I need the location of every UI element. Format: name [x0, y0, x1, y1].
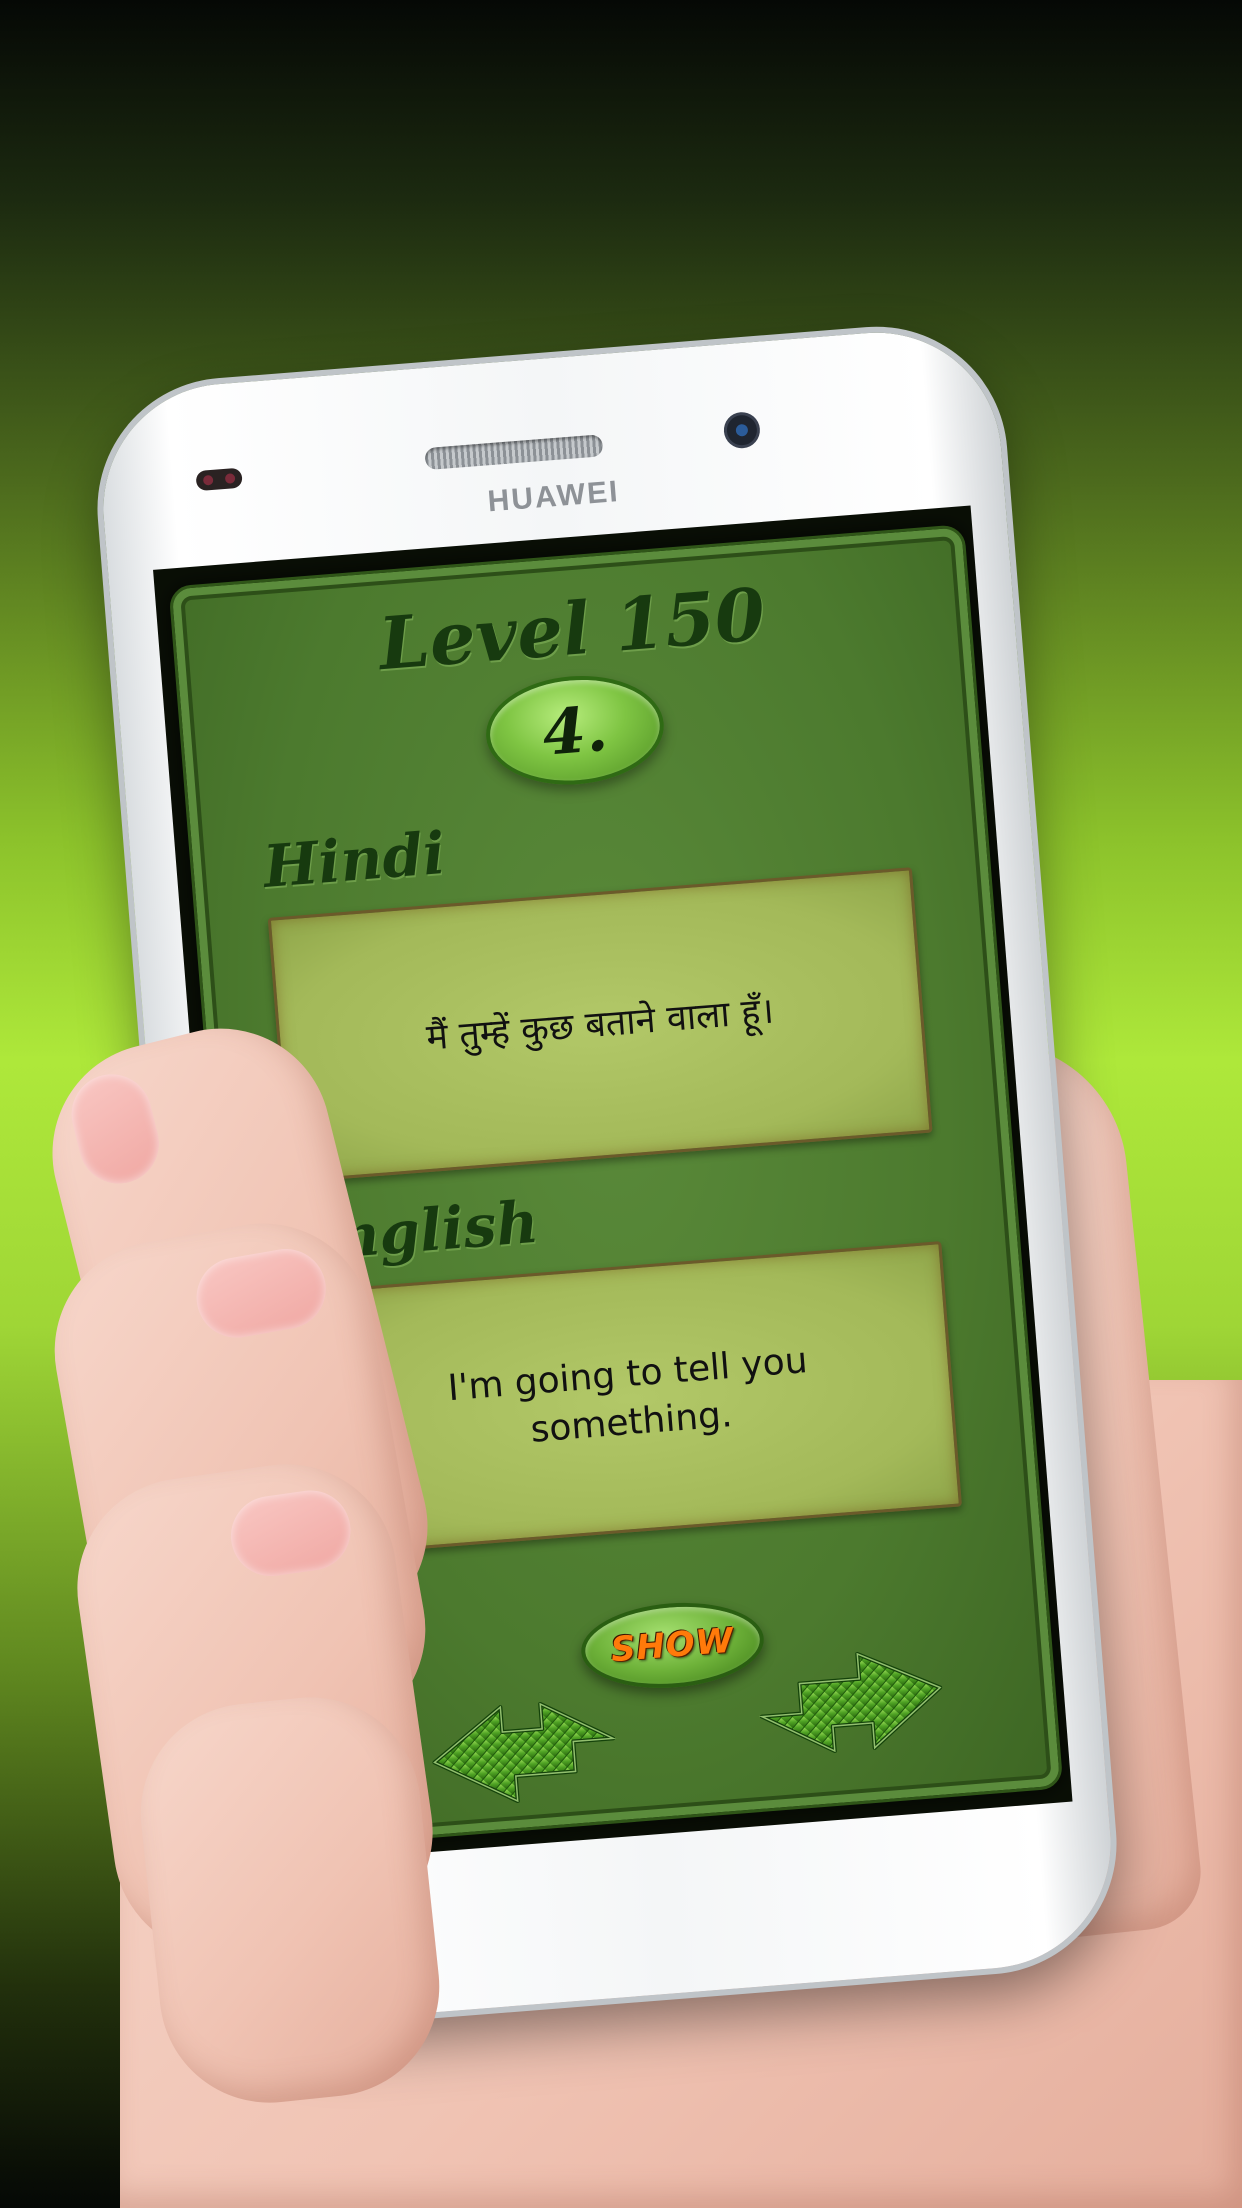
front-camera-icon	[725, 414, 759, 447]
hindi-card: मैं तुम्हें कुछ बताने वाला हूँ।	[267, 867, 933, 1184]
next-button[interactable]	[747, 1642, 956, 1777]
hindi-sentence: मैं तुम्हें कुछ बताने वाला हूँ।	[424, 990, 776, 1059]
finger-nail	[190, 1242, 333, 1345]
hindi-label: Hindi	[261, 818, 448, 901]
question-number: 4.	[539, 691, 611, 770]
hand-finger	[129, 1686, 451, 2114]
show-button-label: SHOW	[609, 1620, 736, 1671]
finger-nail	[225, 1485, 356, 1582]
question-number-badge: 4.	[481, 669, 668, 792]
sensor-icon	[195, 467, 243, 492]
double-arrow-left-icon	[432, 1701, 617, 1804]
previous-button[interactable]	[419, 1678, 628, 1813]
double-arrow-right-icon	[759, 1651, 943, 1753]
earpiece-speaker	[424, 434, 604, 471]
finger-nail	[63, 1065, 168, 1192]
